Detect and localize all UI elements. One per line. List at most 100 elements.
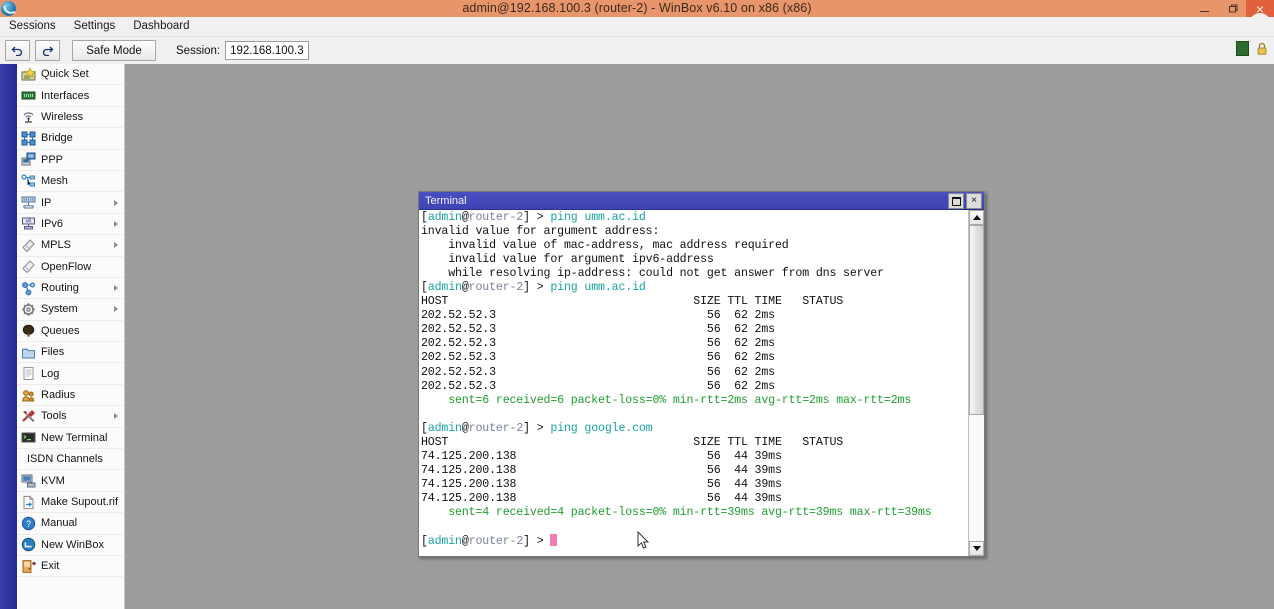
terminal-body[interactable]: [admin@router-2] > ping umm.ac.id invalid… <box>419 210 984 556</box>
terminal-line: 202.52.52.3 56 62 2ms <box>421 365 775 379</box>
sidebar-item-label: Bridge <box>41 132 73 145</box>
session-label: Session: <box>176 44 221 57</box>
terminal-line: 74.125.200.138 56 44 39ms <box>421 491 782 505</box>
sidebar-item-new-winbox[interactable]: New WinBox <box>17 534 123 556</box>
log-icon <box>23 367 34 381</box>
scroll-up-button[interactable] <box>969 210 984 225</box>
manual-icon: ? <box>21 516 36 531</box>
sidebar-item-label: Quick Set <box>41 68 89 81</box>
terminal-line: 202.52.52.3 56 62 2ms <box>421 323 775 337</box>
terminal-line: invalid value for argument address: <box>421 225 660 239</box>
scrollbar-thumb[interactable] <box>969 225 984 415</box>
sidebar-item-quick-set[interactable]: Quick Set <box>17 64 123 86</box>
sidebar-item-ip[interactable]: IP <box>17 192 123 214</box>
sidebar-item-ppp[interactable]: PPP <box>17 149 123 171</box>
sidebar-item-mesh[interactable]: Mesh <box>17 170 123 193</box>
tools-icon <box>21 409 36 424</box>
terminal-line: invalid value for argument ipv6-address <box>421 253 714 267</box>
sidebar-item-label: System <box>41 303 78 316</box>
sidebar-item-isdn-channels[interactable]: ISDN Channels <box>17 449 123 471</box>
safe-mode-button[interactable]: Safe Mode <box>72 40 156 61</box>
minimize-button[interactable] <box>1190 0 1218 17</box>
sidebar-item-log[interactable]: Log <box>17 363 123 385</box>
sidebar-rail: RouterOS WinBox <box>0 64 17 609</box>
close-icon: × <box>1255 0 1265 17</box>
files-icon <box>22 348 35 359</box>
sidebar-item-manual[interactable]: ? Manual <box>17 513 123 535</box>
ip-icon <box>21 195 36 210</box>
scroll-down-button[interactable] <box>969 541 984 556</box>
menu-settings[interactable]: Settings <box>65 17 125 36</box>
prompt-at: @ <box>461 281 469 295</box>
sidebar-item-label: IP <box>41 196 52 209</box>
terminal-line: [admin@router-2] > <box>421 534 962 549</box>
scrollbar-track[interactable] <box>969 415 984 541</box>
menu-sessions[interactable]: Sessions <box>0 17 65 36</box>
sidebar-item-mpls[interactable]: MPLS <box>17 235 123 257</box>
sidebar-item-make-supout-rif[interactable]: Make Supout.rif <box>17 491 123 514</box>
terminal-maximize-button[interactable] <box>948 193 964 209</box>
redo-icon <box>42 46 54 56</box>
sidebar-item-files[interactable]: Files <box>17 342 123 364</box>
sidebar-item-label: OpenFlow <box>41 260 92 273</box>
terminal-scrollbar[interactable] <box>968 210 984 556</box>
maximize-icon <box>951 196 961 206</box>
undo-button[interactable] <box>5 40 30 61</box>
scroll-down-icon <box>972 546 981 551</box>
close-button[interactable]: × <box>1246 0 1274 17</box>
maximize-button[interactable] <box>1218 0 1246 17</box>
terminal-command: ping google.com <box>550 421 653 435</box>
prompt-at: @ <box>461 211 469 224</box>
sidebar-item-label: Manual <box>41 517 78 530</box>
chevron-right-icon <box>114 199 118 206</box>
menu-dashboard[interactable]: Dashboard <box>124 17 198 36</box>
terminal-line: 202.52.52.3 56 62 2ms <box>421 379 775 393</box>
redo-button[interactable] <box>35 40 60 61</box>
chevron-right-icon <box>114 220 118 227</box>
sidebar-item-openflow[interactable]: OpenFlow <box>17 256 123 278</box>
sidebar-item-label: Tools <box>41 410 67 423</box>
mesh-icon <box>21 174 36 189</box>
routing-icon <box>22 281 35 295</box>
openflow-icon <box>22 260 35 274</box>
terminal-titlebar[interactable]: Terminal × <box>419 192 984 210</box>
terminal-icon <box>21 430 36 445</box>
quick-set-icon <box>21 67 36 81</box>
quick-set-icon <box>21 67 36 82</box>
queues-icon <box>22 325 35 337</box>
mpls-icon <box>22 239 35 253</box>
log-icon <box>21 366 36 381</box>
terminal-window: Terminal × [admin@router-2] > ping umm.a… <box>418 191 985 557</box>
sidebar-item-bridge[interactable]: Bridge <box>17 128 123 150</box>
terminal-line: [admin@router-2] > ping umm.ac.id <box>421 281 962 295</box>
lock-icon[interactable] <box>1256 42 1268 55</box>
sidebar-item-kvm[interactable]: KVM <box>17 470 123 492</box>
terminal-icon <box>21 432 36 443</box>
sidebar-item-system[interactable]: System <box>17 299 123 321</box>
prompt-user: admin <box>427 421 462 435</box>
session-input[interactable]: 192.168.100.3 <box>225 41 309 60</box>
sidebar-item-wireless[interactable]: Wireless <box>17 106 123 129</box>
kvm-icon <box>21 474 36 488</box>
sidebar-item-label: Files <box>41 346 65 359</box>
sidebar-item-interfaces[interactable]: Interfaces <box>17 85 123 107</box>
svg-text:v6: v6 <box>26 219 32 225</box>
sidebar-item-new-terminal[interactable]: New Terminal <box>17 427 123 450</box>
sidebar-item-routing[interactable]: Routing <box>17 277 123 300</box>
prompt-tail: ] > <box>523 281 551 295</box>
memory-chip-icon <box>1236 41 1249 56</box>
prompt-tail: ] > <box>523 535 551 549</box>
prompt-at: @ <box>461 421 469 435</box>
terminal-close-button[interactable]: × <box>966 193 982 209</box>
sidebar-item-label: PPP <box>41 153 64 166</box>
prompt-host: router-2 <box>468 281 524 295</box>
terminal-line: 74.125.200.138 56 44 39ms <box>421 477 782 491</box>
sidebar-item-radius[interactable]: Radius <box>17 384 123 407</box>
sidebar-item-exit[interactable]: Exit <box>17 555 123 578</box>
routing-icon <box>21 281 36 296</box>
sidebar-item-tools[interactable]: Tools <box>17 406 123 428</box>
sidebar-item-ipv6[interactable]: v6 IPv6 <box>17 213 123 236</box>
sidebar-item-queues[interactable]: Queues <box>17 320 123 343</box>
terminal-line: [admin@router-2] > ping google.com <box>421 422 962 436</box>
